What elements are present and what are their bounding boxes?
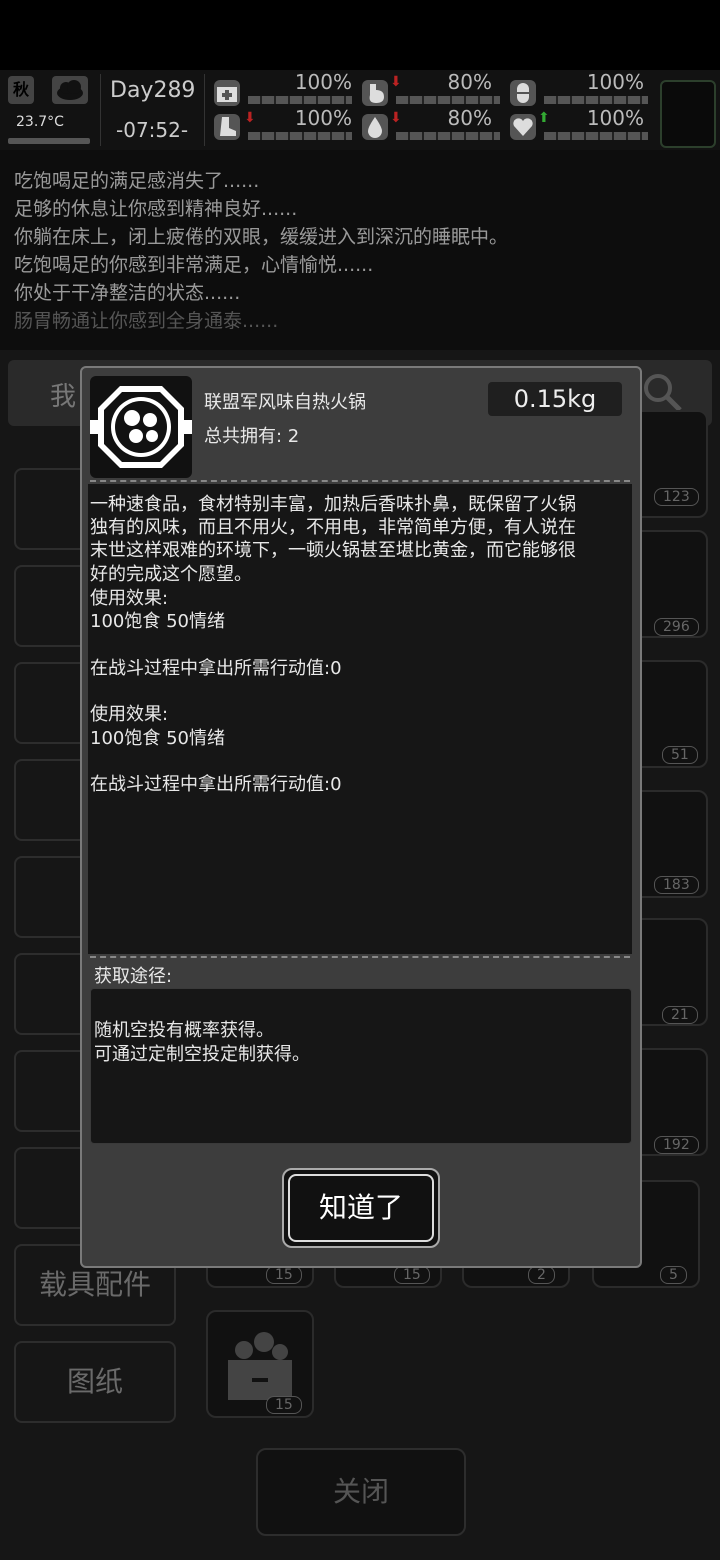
health-value: 100% xyxy=(294,70,352,94)
clock: -07:52- xyxy=(116,118,189,142)
item-count: 21 xyxy=(662,1006,698,1024)
source-line: 可通过定制空投定制获得。 xyxy=(94,1044,310,1065)
medicine-value: 100% xyxy=(586,70,644,94)
item-count: 15 xyxy=(394,1266,430,1284)
boot-icon xyxy=(214,114,240,140)
item-count: 183 xyxy=(654,876,699,894)
health-bar xyxy=(248,96,352,104)
pill-icon xyxy=(510,80,536,106)
heart-icon xyxy=(510,114,536,140)
mood-value: 100% xyxy=(586,106,644,130)
log-line: 你处于干净整洁的状态...... xyxy=(14,282,241,304)
medicine-bar xyxy=(544,96,648,104)
category-blueprints[interactable]: 图纸 xyxy=(14,1341,176,1423)
temperature: 23.7°C xyxy=(16,114,64,130)
message-log: 吃饱喝足的满足感消失了...... 足够的休息让你感到精神良好...... 你躺… xyxy=(0,150,720,350)
source-label: 获取途径: xyxy=(94,966,173,987)
divider xyxy=(90,480,630,482)
item-owned-count: 总共拥有: 2 xyxy=(204,426,300,447)
description-line: 100饱食 50情绪 xyxy=(90,611,225,632)
log-line: 你躺在床上，闭上疲倦的双眼，缓缓进入到深沉的睡眠中。 xyxy=(14,226,509,248)
divider xyxy=(204,74,205,146)
stamina-value: 100% xyxy=(294,106,352,130)
log-line: 吃饱喝足的你感到非常满足，心情愉悦...... xyxy=(14,254,374,276)
item-count: 296 xyxy=(654,618,699,636)
log-line: 足够的休息让你感到精神良好...... xyxy=(14,198,298,220)
description-line: 在战斗过程中拿出所需行动值:0 xyxy=(90,658,342,679)
item-count: 51 xyxy=(662,746,698,764)
item-count: 192 xyxy=(654,1136,699,1154)
day-counter: Day289 xyxy=(110,78,196,103)
thirst-value: 80% xyxy=(447,106,492,130)
water-drop-icon xyxy=(362,114,388,140)
item-count: 123 xyxy=(654,488,699,506)
trend-up-icon: ⬆ xyxy=(538,110,550,126)
description-line: 在战斗过程中拿出所需行动值:0 xyxy=(90,774,342,795)
season-badge: 秋 xyxy=(8,76,34,104)
equip-slot[interactable] xyxy=(660,80,716,148)
trend-down-icon: ⬇ xyxy=(390,74,402,90)
description-line: 100饱食 50情绪 xyxy=(90,728,225,749)
item-count: 5 xyxy=(660,1266,687,1284)
log-line: 吃饱喝足的满足感消失了...... xyxy=(14,170,260,192)
item-weight: 0.15kg xyxy=(488,382,622,416)
trend-down-icon: ⬇ xyxy=(244,110,256,126)
source-box xyxy=(90,988,632,1144)
divider xyxy=(100,74,101,146)
inventory-filter-label: 我 xyxy=(50,382,77,412)
item-count: 2 xyxy=(528,1266,555,1284)
hotpot-icon xyxy=(90,376,192,478)
stamina-bar xyxy=(248,132,352,140)
hunger-bar xyxy=(396,96,500,104)
item-name: 联盟军风味自热火锅 xyxy=(204,392,366,413)
log-line: 肠胃畅通让你感到全身通泰...... xyxy=(14,310,279,332)
close-button[interactable]: 关闭 xyxy=(256,1448,466,1536)
thirst-bar xyxy=(396,132,500,140)
ok-button-label: 知道了 xyxy=(288,1174,434,1242)
stomach-icon xyxy=(362,80,388,106)
medkit-icon xyxy=(214,80,240,106)
cloud-icon xyxy=(52,76,88,104)
description-line: 好的完成这个愿望。 xyxy=(90,564,252,585)
trend-down-icon: ⬇ xyxy=(390,110,402,126)
divider xyxy=(90,956,630,958)
mood-bar xyxy=(544,132,648,140)
ok-button[interactable]: 知道了 xyxy=(282,1168,440,1248)
hunger-value: 80% xyxy=(447,70,492,94)
description-line: 末世这样艰难的环境下，一顿火锅甚至堪比黄金，而它能够很 xyxy=(90,540,576,561)
temperature-bar xyxy=(8,138,90,144)
source-line: 随机空投有概率获得。 xyxy=(94,1020,274,1041)
item-count: 15 xyxy=(266,1266,302,1284)
description-line: 使用效果: xyxy=(90,704,169,725)
item-count: 15 xyxy=(266,1396,302,1414)
